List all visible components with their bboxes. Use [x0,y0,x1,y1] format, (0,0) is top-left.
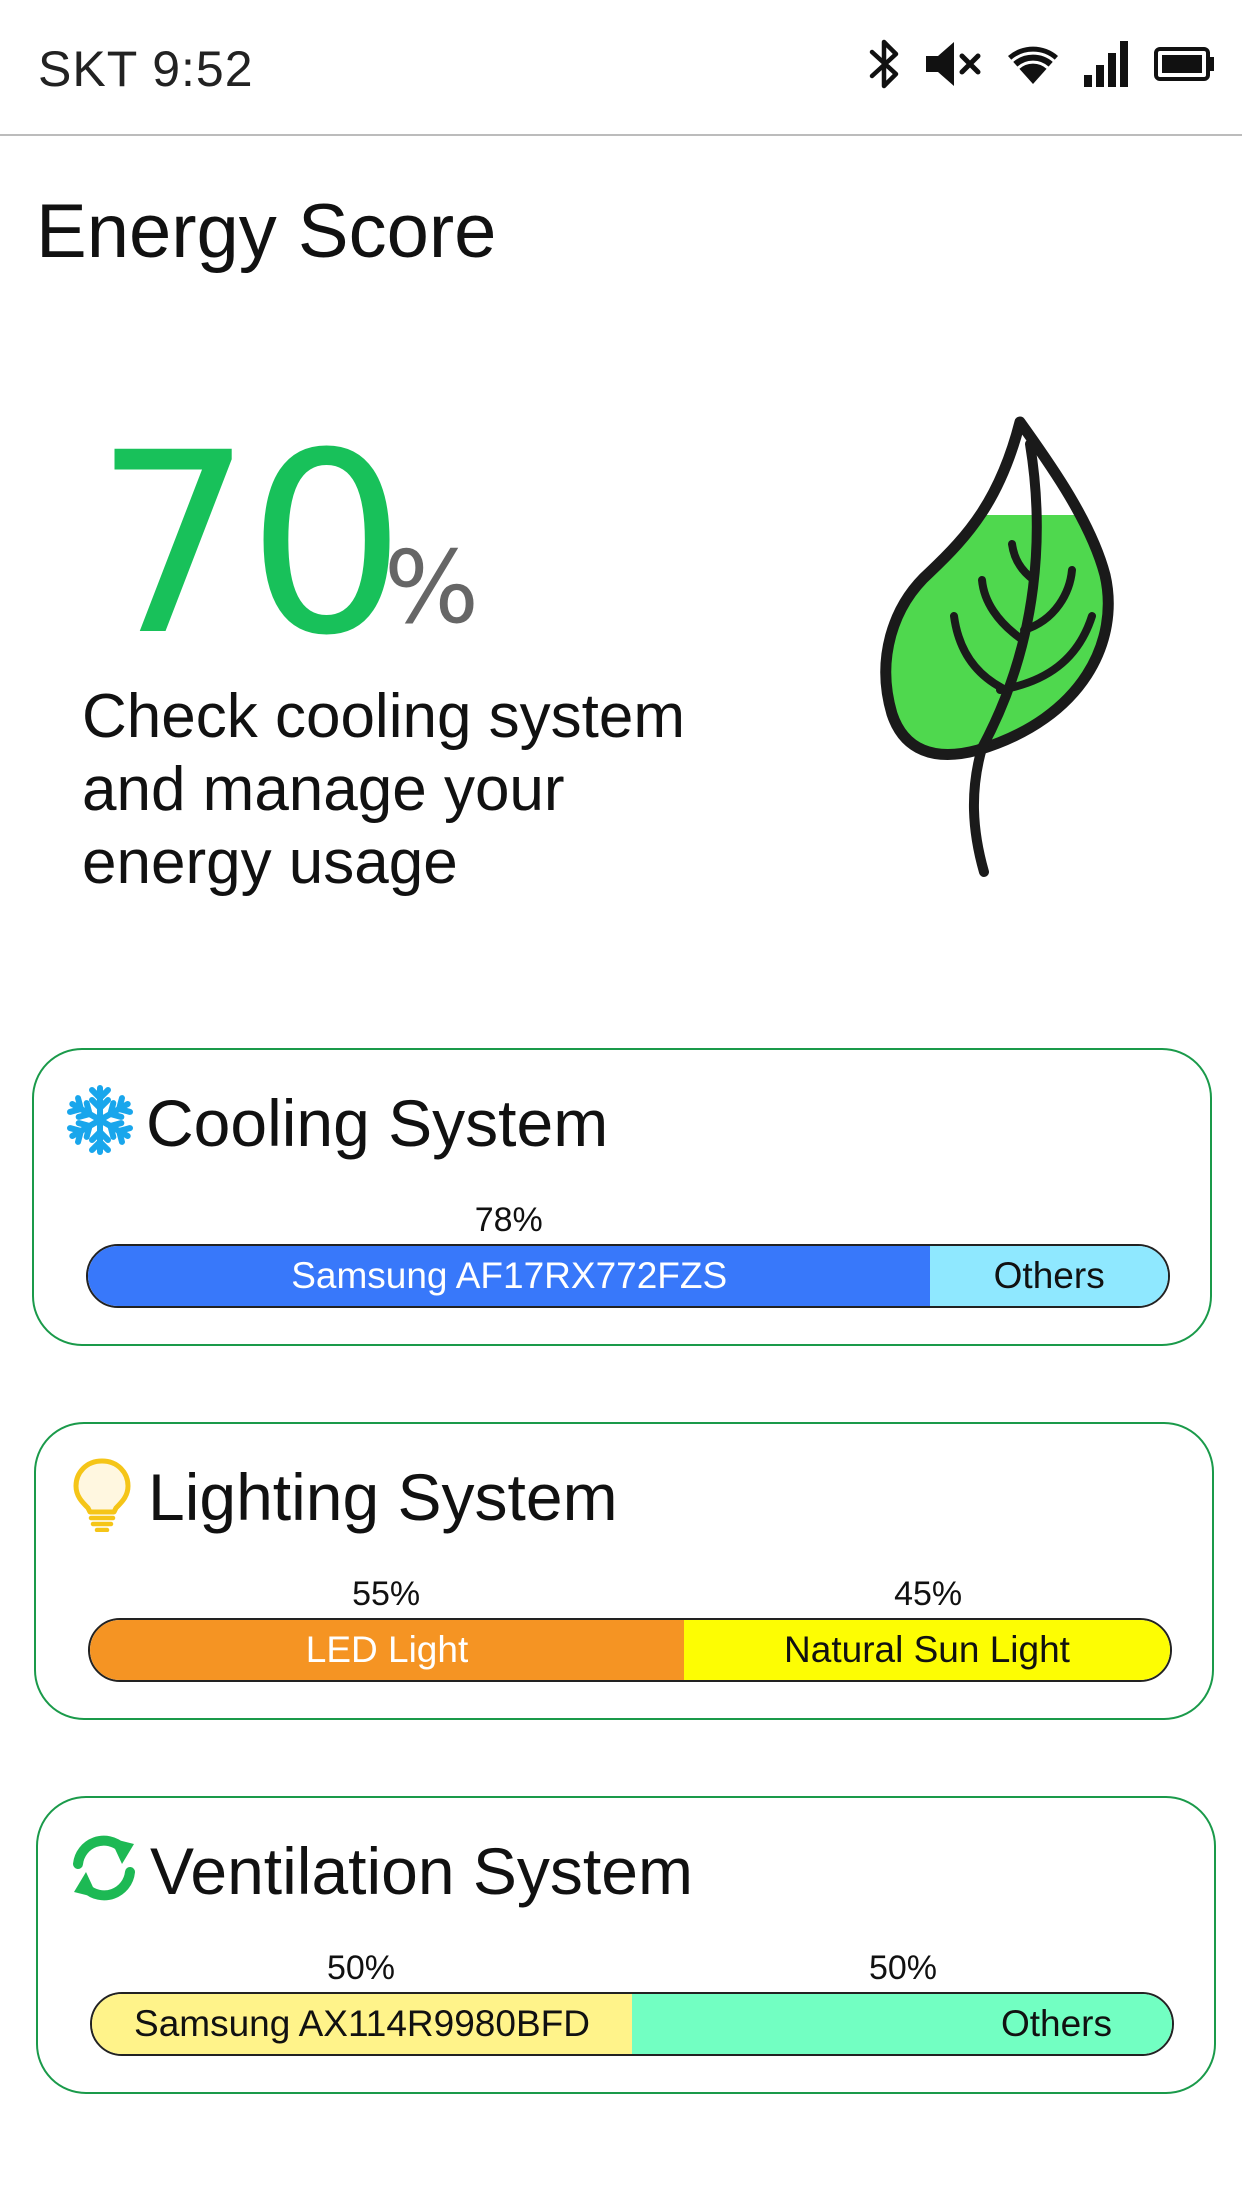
wifi-icon [1008,46,1058,84]
segment-percent: 45% [894,1575,963,1613]
energy-score-unit: % [384,529,480,646]
cooling-system-card[interactable]: Cooling System 78% Samsung AF17RX772FZS … [32,1048,1212,1346]
cooling-system-title: Cooling System [146,1086,609,1160]
ventilation-system-title: Ventilation System [150,1834,693,1908]
battery-icon [1154,47,1214,81]
ventilation-usage-bar: Samsung AX114R9980BFD Others [90,1992,1174,2056]
lightbulb-icon [73,1458,131,1532]
bar-segment[interactable]: Samsung AF17RX772FZS [88,1246,931,1306]
score-message: Check cooling system and manage your ene… [82,680,842,899]
status-icons [866,36,1216,92]
lighting-system-card[interactable]: Lighting System 55% 45% LED Light Natura… [34,1422,1214,1720]
bluetooth-icon [869,39,899,89]
status-bar: SKT 9:52 [0,0,1242,136]
refresh-arrows-icon [73,1835,135,1901]
bar-segment[interactable]: Others [632,1994,1172,2054]
ventilation-system-card[interactable]: Ventilation System 50% 50% Samsung AX114… [36,1796,1216,2094]
bar-segment[interactable]: Samsung AX114R9980BFD [92,1994,632,2054]
lighting-usage-bar: LED Light Natural Sun Light [88,1618,1172,1682]
page-title: Energy Score [36,189,497,274]
bar-segment[interactable]: Natural Sun Light [684,1620,1170,1680]
segment-percent: 50% [326,1949,396,1987]
leaf-icon [880,416,1114,877]
bar-segment[interactable]: LED Light [90,1620,684,1680]
cooling-usage-bar: Samsung AF17RX772FZS Others [86,1244,1170,1308]
snowflake-icon [62,1085,138,1158]
segment-percent: 78% [474,1201,543,1239]
carrier-time: SKT 9:52 [38,41,254,97]
energy-score-value: 70 [94,399,406,690]
signal-icon [1084,41,1128,87]
lighting-system-title: Lighting System [148,1460,618,1534]
segment-percent: 55% [352,1575,421,1613]
mute-icon [926,42,981,86]
score-message-line: energy usage [82,828,458,897]
segment-percent: 50% [868,1949,938,1987]
score-message-line: and manage your [82,755,565,824]
bar-segment[interactable]: Others [930,1246,1168,1306]
score-message-line: Check cooling system [82,682,686,751]
